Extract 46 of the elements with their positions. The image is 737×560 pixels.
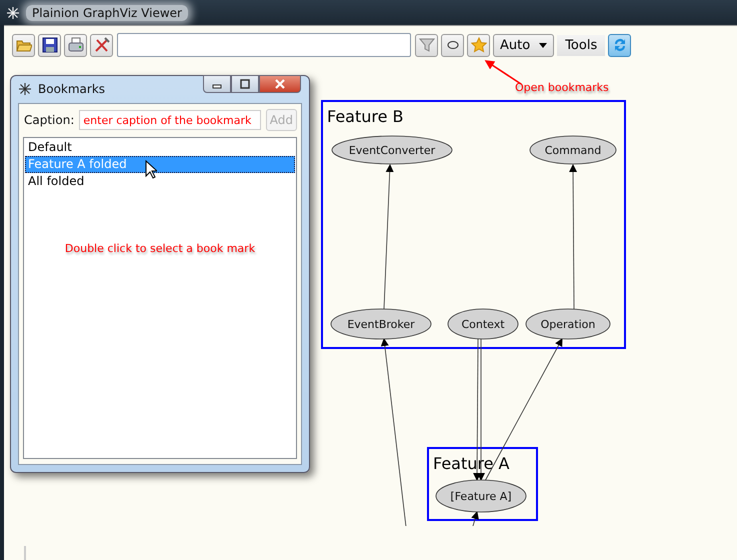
ellipse-button[interactable] xyxy=(441,34,464,56)
refresh-button[interactable] xyxy=(608,34,632,56)
graph-node[interactable] xyxy=(436,480,526,512)
graph-node[interactable] xyxy=(526,308,610,340)
bookmark-item[interactable]: All folded xyxy=(25,173,295,190)
tools-icon xyxy=(94,37,110,53)
open-folder-button[interactable] xyxy=(12,34,35,56)
save-button[interactable] xyxy=(38,34,61,56)
graph-node[interactable] xyxy=(330,308,432,340)
filter-field[interactable] xyxy=(117,33,411,57)
app-icon xyxy=(18,82,32,96)
filter-icon xyxy=(418,37,434,53)
close-icon xyxy=(275,79,285,89)
window-title: Plainion GraphViz Viewer xyxy=(26,4,188,20)
caption-label: Caption: xyxy=(24,113,74,127)
hint-text: Double click to select a book mark xyxy=(64,242,256,255)
star-icon xyxy=(470,37,486,53)
tools-button[interactable] xyxy=(90,34,113,56)
cursor-icon xyxy=(145,160,157,179)
printer-button[interactable] xyxy=(64,34,87,56)
cluster-label: Feature B xyxy=(327,107,404,126)
node-label: EventConverter xyxy=(348,144,436,157)
dialog-title: Bookmarks xyxy=(38,82,106,96)
node-label: [Feature A] xyxy=(450,490,512,503)
graph-node[interactable] xyxy=(530,136,616,164)
graph-node[interactable] xyxy=(332,136,452,164)
tools-button[interactable]: Tools xyxy=(557,34,606,56)
printer-icon xyxy=(68,37,84,53)
caption-field[interactable]: enter caption of the bookmark xyxy=(79,110,261,130)
app-icon xyxy=(6,6,20,20)
graph-node[interactable] xyxy=(448,308,518,340)
bookmark-item[interactable]: Default xyxy=(25,139,295,156)
layout-select[interactable]: Auto xyxy=(493,34,554,56)
scrollbar[interactable] xyxy=(24,546,26,560)
minimize-button[interactable] xyxy=(203,75,231,93)
node-label: EventBroker xyxy=(347,318,415,331)
node-label: Command xyxy=(544,144,602,157)
node-label: Operation xyxy=(540,318,596,331)
close-button[interactable] xyxy=(259,75,301,93)
annotation-text: Open bookmarks xyxy=(515,81,609,94)
caret-icon xyxy=(539,42,548,48)
bookmark-list[interactable]: Default Feature A folded All folded Double click to select a book mark xyxy=(23,137,297,459)
maximize-button[interactable] xyxy=(231,75,259,93)
node-label: Context xyxy=(461,318,505,331)
save-icon xyxy=(42,37,58,53)
maximize-icon xyxy=(240,79,250,89)
